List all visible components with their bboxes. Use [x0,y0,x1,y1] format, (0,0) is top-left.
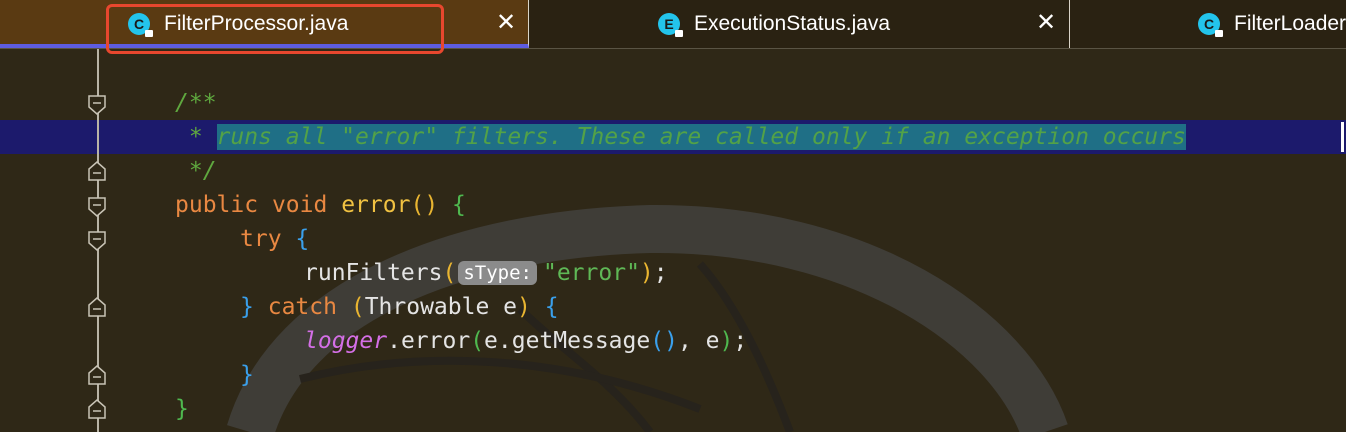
paren-token: ( [410,192,425,218]
paren-token: ) [517,294,531,320]
method-call-token: e.getMessage [484,328,651,354]
lock-icon [675,30,683,37]
method-call-token: runFilters [304,260,443,286]
tab-filterloader[interactable]: C FilterLoader.java [1070,0,1346,48]
fold-end-icon[interactable] [88,365,106,385]
tab-filterprocessor[interactable]: C FilterProcessor.java ✕ [0,0,529,48]
tab-label: FilterLoader.java [1234,12,1346,35]
method-name-token: error [341,192,411,218]
argument-token: , e [677,328,720,354]
code-line-javadoc-text: * runs all "error" filters. These are ca… [175,120,1186,154]
field-token: logger [304,328,388,354]
keyword-token: public [175,192,259,218]
text-caret [1341,122,1344,152]
parameter-hint-badge: sType: [458,261,537,285]
tab-executionstatus[interactable]: E ExecutionStatus.java ✕ [530,0,1070,48]
comment-token: */ [175,158,217,184]
lock-icon [1215,30,1223,37]
paren-token: ( [650,328,665,354]
keyword-token: try [240,226,282,252]
fold-end-icon[interactable] [88,297,106,317]
paren-token: ( [470,328,485,354]
semicolon-token: ; [653,260,668,286]
brace-token: } [240,294,254,320]
code-line-catch-close: } [240,358,254,392]
comment-token: /** [175,90,217,116]
method-call-token: .error [387,328,471,354]
editor-tab-bar: C FilterProcessor.java ✕ E ExecutionStat… [0,0,1346,49]
string-token: "error" [542,260,640,286]
keyword-token: void [271,192,328,218]
type-token: Throwable e [364,294,518,320]
fold-end-icon[interactable] [88,399,106,419]
paren-token: ) [664,328,678,354]
enum-file-icon: E [658,13,683,37]
comment-token: * [175,124,217,150]
fold-start-icon[interactable] [88,95,106,115]
brace-token: { [544,294,559,320]
close-tab-icon[interactable]: ✕ [496,9,516,37]
close-tab-icon[interactable]: ✕ [1036,9,1056,37]
paren-token: ) [424,192,439,218]
code-line-try: try { [240,222,309,256]
brace-token: } [175,396,189,422]
code-line-method-close: } [175,392,189,426]
code-line-javadoc-close: */ [175,154,217,188]
code-line-javadoc-open: /** [175,86,217,120]
selected-comment-text: runs all "error" filters. These are call… [216,124,1186,150]
paren-token: ( [442,260,457,286]
paren-token: ) [639,260,654,286]
paren-token: ) [719,328,734,354]
class-file-icon: C [1198,13,1223,37]
ide-window: C FilterProcessor.java ✕ E ExecutionStat… [0,0,1346,432]
fold-end-icon[interactable] [88,161,106,181]
code-line-logger: logger.error(e.getMessage(), e); [304,324,747,358]
fold-start-icon[interactable] [88,197,106,217]
class-file-icon: C [128,13,153,37]
brace-token: { [295,226,310,252]
lock-icon [145,30,153,37]
tab-label: ExecutionStatus.java [694,12,891,35]
keyword-token: catch [267,294,337,320]
paren-token: ( [350,294,365,320]
code-editor[interactable]: /** * runs all "error" filters. These ar… [0,49,1346,432]
code-line-method-signature: public void error() { [175,188,466,222]
semicolon-token: ; [733,328,748,354]
code-line-catch: } catch (Throwable e) { [240,290,559,324]
code-line-run-filters: runFilters(sType: "error"); [304,256,668,290]
brace-token: { [452,192,466,218]
tab-label: FilterProcessor.java [164,12,349,35]
brace-token: } [240,362,254,388]
fold-start-icon[interactable] [88,231,106,251]
